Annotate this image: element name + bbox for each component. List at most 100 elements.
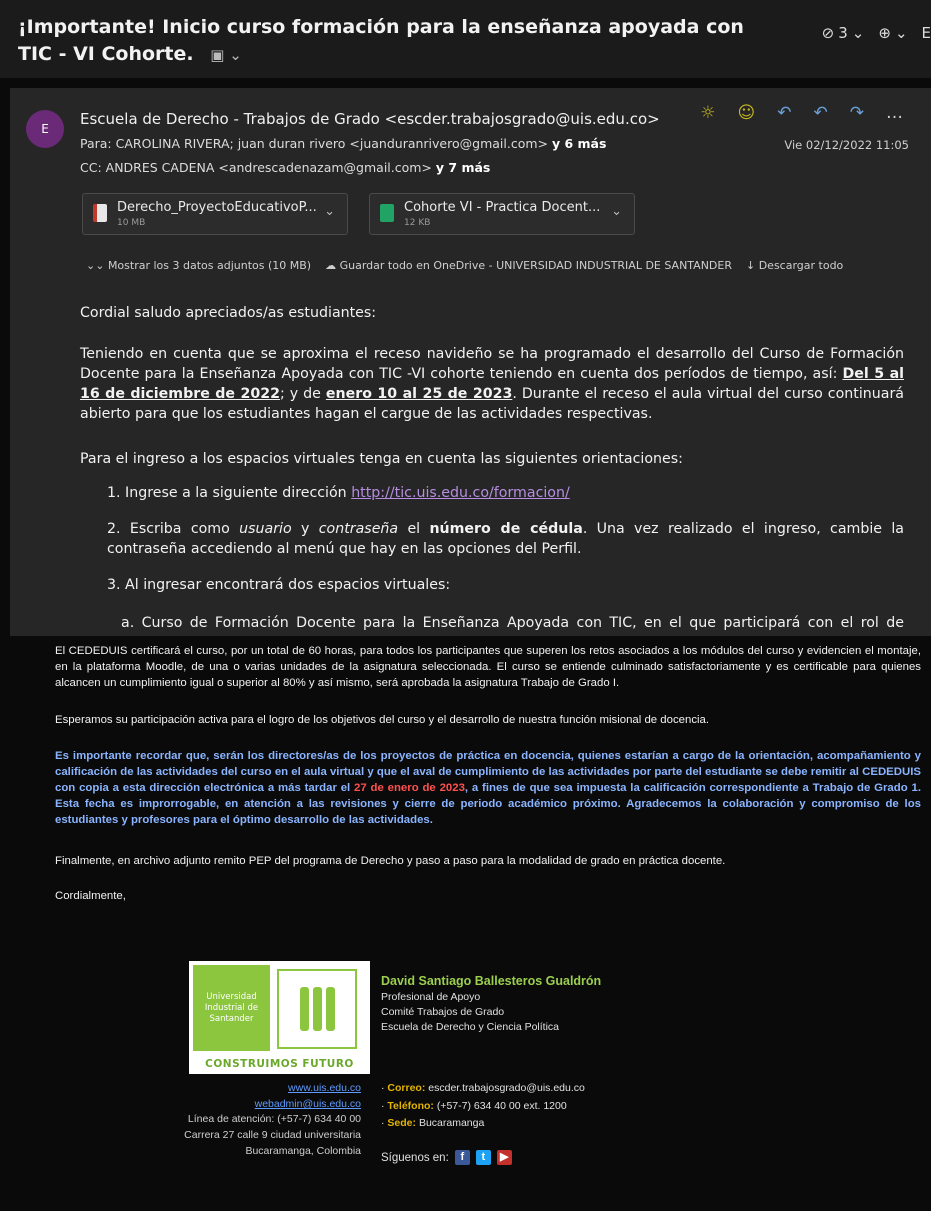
instruction-item-1: 1. Ingrese a la siguiente dirección http… — [107, 483, 904, 503]
download-all-link[interactable]: ↓ Descargar todo — [746, 259, 843, 272]
follow-label: Síguenos en: — [381, 1151, 449, 1164]
certification-paragraph: El CEDEDUIS certificará el curso, por un… — [55, 645, 921, 689]
site-label: Sede: — [387, 1117, 417, 1129]
sent-date: Vie 02/12/2022 11:05 — [784, 138, 909, 152]
cloud-icon: ☁ — [325, 259, 337, 272]
to-recipients[interactable]: CAROLINA RIVERA; juan duran rivero <juan… — [116, 136, 548, 151]
sender-avatar[interactable]: E — [26, 110, 64, 148]
download-all-label: Descargar todo — [758, 259, 844, 272]
message-actions: ☼ ☺ ↶ ↶ ↷ … — [700, 103, 903, 123]
reminder-paragraph: Es importante recordar que, serán los di… — [55, 748, 921, 828]
attachment-size: 10 MB — [117, 218, 146, 228]
phone-label: Teléfono: — [387, 1100, 434, 1112]
attachment-card-excel[interactable]: Cohorte VI - Practica Docent... 12 KB ⌄ — [369, 193, 635, 235]
subject-tools: ⊘ 3 ⌄ ⊕ ⌄ E — [822, 24, 931, 42]
twitter-icon[interactable]: t — [475, 1150, 491, 1165]
cc-recipients[interactable]: ANDRES CADENA <andrescadenazam@gmail.com… — [106, 160, 432, 175]
email-label: Correo: — [387, 1082, 426, 1094]
signer-role: Profesional de Apoyo — [381, 991, 481, 1003]
instruction-text: y — [291, 521, 319, 537]
summary-icon[interactable]: ▣ ⌄ — [210, 42, 242, 69]
reply-all-icon[interactable]: ↶ — [814, 103, 828, 123]
chevron-down-icon: ⌄ — [851, 24, 865, 42]
sender-line[interactable]: Escuela de Derecho - Trabajos de Grado <… — [80, 110, 660, 128]
intro-paragraph: Teniendo en cuenta que se aproxima el re… — [80, 344, 904, 424]
emoji-react-icon[interactable]: ☺ — [738, 103, 756, 123]
attachment-card-pdf[interactable]: Derecho_ProyectoEducativoP... 10 MB ⌄ — [82, 193, 348, 235]
instruction-text: 2. Escriba como — [107, 521, 240, 537]
save-onedrive-label: Guardar todo en OneDrive - UNIVERSIDAD I… — [339, 259, 732, 272]
period-two: enero 10 al 25 de 2023 — [325, 386, 513, 402]
attachment-name: Cohorte VI - Practica Docent... — [404, 200, 601, 215]
phone-contact: · Teléfono: (+57-7) 634 40 00 ext. 1200 — [381, 1100, 567, 1112]
instruction-item-3: 3. Al ingresar encontrará dos espacios v… — [107, 577, 451, 593]
uis-emblem-icon — [277, 969, 357, 1049]
to-label: Para: — [80, 136, 112, 151]
closing: Cordialmente, — [55, 890, 126, 902]
chevron-down-icon: ⌄ — [894, 24, 908, 42]
attachment-count-button[interactable]: ⊘ 3 ⌄ — [822, 24, 865, 42]
signer-committee: Comité Trabajos de Grado — [381, 1006, 505, 1018]
instruction-item-2: 2. Escriba como usuario y contraseña el … — [107, 519, 904, 559]
intro-text: Teniendo en cuenta que se aproxima el re… — [80, 346, 904, 382]
cc-more-link[interactable]: y 7 más — [436, 160, 490, 175]
email-contact: · Correo: escder.trabajosgrado@uis.edu.c… — [381, 1082, 585, 1094]
email-value[interactable]: escder.trabajosgrado@uis.edu.co — [428, 1082, 585, 1094]
youtube-icon[interactable]: ▶ — [496, 1150, 512, 1165]
webadmin-link[interactable]: webadmin@uis.edu.co — [255, 1098, 361, 1110]
social-links: Síguenos en: f t ▶ — [381, 1150, 512, 1165]
zoom-icon: ⊕ — [878, 24, 891, 42]
more-toolbar-icon[interactable]: E — [922, 24, 931, 42]
subject-title: ¡Importante! Inicio curso formación para… — [18, 16, 744, 65]
logo-university-text: Universidad Industrial de Santander — [193, 965, 270, 1051]
reply-icon[interactable]: ↶ — [777, 103, 791, 123]
instruction-text: número de cédula — [429, 521, 583, 537]
uis-logo: Universidad Industrial de Santander CONS… — [189, 961, 370, 1074]
phone-value: (+57-7) 634 40 00 ext. 1200 — [436, 1100, 567, 1112]
address-line-1: Carrera 27 calle 9 ciudad universitaria — [184, 1129, 361, 1141]
more-actions-icon[interactable]: … — [886, 103, 903, 123]
site-contact: · Sede: Bucaramanga — [381, 1117, 485, 1129]
excel-file-icon — [380, 204, 394, 222]
pdf-file-icon — [93, 204, 107, 222]
signer-name: David Santiago Ballesteros Gualdrón — [381, 974, 602, 988]
participation-paragraph: Esperamos su participación activa para e… — [55, 714, 710, 726]
attachment-count: 3 — [838, 24, 848, 42]
signer-school: Escuela de Derecho y Ciencia Política — [381, 1021, 560, 1033]
intro-text: ; y de — [279, 386, 326, 402]
save-onedrive-link[interactable]: ☁ Guardar todo en OneDrive - UNIVERSIDAD… — [325, 259, 732, 272]
instruction-text: 1. Ingrese a la siguiente dirección — [107, 485, 352, 501]
show-attachments-label: Mostrar los 3 datos adjuntos (10 MB) — [107, 259, 312, 272]
paperclip-icon: ⊘ — [821, 24, 835, 42]
address-line-2: Bucaramanga, Colombia — [245, 1145, 361, 1157]
email-subject: ¡Importante! Inicio curso formación para… — [18, 14, 778, 69]
attachment-actions: ⌄⌄ Mostrar los 3 datos adjuntos (10 MB) … — [86, 259, 843, 272]
cc-line: CC: ANDRES CADENA <andrescadenazam@gmail… — [80, 160, 490, 175]
chevron-down-icon[interactable]: ⌄ — [611, 204, 622, 219]
subject-bar: ¡Importante! Inicio curso formación para… — [0, 0, 931, 78]
to-line: Para: CAROLINA RIVERA; juan duran rivero… — [80, 136, 606, 151]
attention-line: Línea de atención: (+57-7) 634 40 00 — [187, 1113, 361, 1125]
website-link[interactable]: www.uis.edu.co — [288, 1082, 361, 1094]
zoom-button[interactable]: ⊕ ⌄ — [878, 24, 907, 42]
download-icon: ↓ — [745, 259, 756, 272]
course-link[interactable]: http://tic.uis.edu.co/formacion/ — [351, 485, 570, 501]
chevron-down-icon[interactable]: ⌄ — [324, 204, 335, 219]
instructions-intro: Para el ingreso a los espacios virtuales… — [80, 451, 683, 467]
attachment-size: 12 KB — [404, 218, 431, 228]
instruction-text: usuario — [239, 521, 292, 537]
deadline-date: 27 de enero de 2023 — [354, 782, 465, 794]
facebook-icon[interactable]: f — [454, 1150, 470, 1165]
show-attachments-link[interactable]: ⌄⌄ Mostrar los 3 datos adjuntos (10 MB) — [86, 259, 311, 272]
site-value: Bucaramanga — [418, 1117, 485, 1129]
cc-label: CC: — [80, 160, 102, 175]
greeting: Cordial saludo apreciados/as estudiantes… — [80, 305, 377, 321]
final-paragraph: Finalmente, en archivo adjunto remito PE… — [55, 855, 726, 867]
forward-icon[interactable]: ↷ — [850, 103, 864, 123]
attachment-name: Derecho_ProyectoEducativoP... — [117, 200, 317, 215]
logo-slogan: CONSTRUIMOS FUTURO — [205, 1058, 354, 1070]
sun-icon[interactable]: ☼ — [700, 103, 715, 123]
instruction-text: contraseña — [318, 521, 399, 537]
to-more-link[interactable]: y 6 más — [552, 136, 606, 151]
instruction-text: el — [398, 521, 430, 537]
